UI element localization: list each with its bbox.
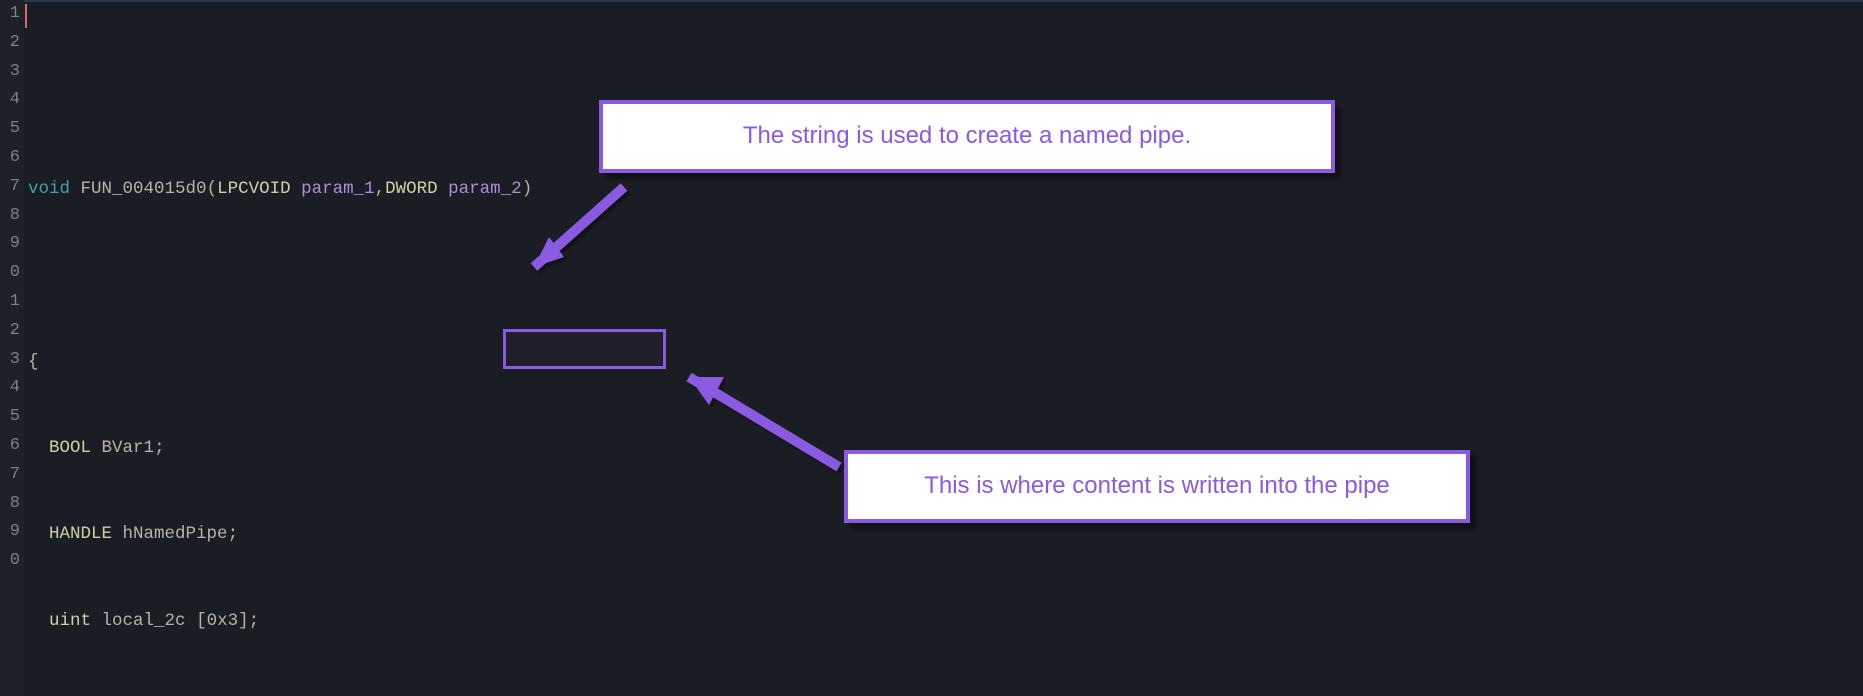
line-number: 4	[0, 86, 20, 115]
line-number: 5	[0, 115, 20, 144]
code-line: {	[28, 348, 1863, 377]
text-cursor	[25, 4, 27, 28]
line-number: 2	[0, 317, 20, 346]
arrow-2-icon	[649, 357, 869, 487]
line-number: 6	[0, 144, 20, 173]
highlight-box	[503, 329, 666, 369]
line-number: 4	[0, 374, 20, 403]
code-line: void FUN_004015d0(LPCVOID param_1,DWORD …	[28, 175, 1863, 204]
line-number: 7	[0, 461, 20, 490]
line-number: 8	[0, 490, 20, 519]
line-number: 7	[0, 173, 20, 202]
code-line: uint local_2c [0x3];	[28, 607, 1863, 636]
line-number: 1	[0, 0, 20, 29]
line-number: 5	[0, 403, 20, 432]
annotation-callout-1: The string is used to create a named pip…	[599, 100, 1335, 173]
line-number: 6	[0, 432, 20, 461]
line-number: 2	[0, 29, 20, 58]
line-number-gutter: 1 2 3 4 5 6 7 8 9 0 1 2 3 4 5 6 7 8 9 0	[0, 0, 24, 696]
code-area[interactable]: void FUN_004015d0(LPCVOID param_1,DWORD …	[24, 0, 1863, 696]
annotation-callout-2: This is where content is written into th…	[844, 450, 1470, 523]
line-number: 0	[0, 547, 20, 576]
line-number: 1	[0, 288, 20, 317]
line-number: 8	[0, 202, 20, 231]
line-number: 0	[0, 259, 20, 288]
line-number: 9	[0, 518, 20, 547]
line-number: 3	[0, 346, 20, 375]
code-line: HANDLE hNamedPipe;	[28, 520, 1863, 549]
code-line	[28, 261, 1863, 290]
line-number: 9	[0, 230, 20, 259]
line-number: 3	[0, 58, 20, 87]
code-editor: 1 2 3 4 5 6 7 8 9 0 1 2 3 4 5 6 7 8 9 0 …	[0, 0, 1863, 696]
